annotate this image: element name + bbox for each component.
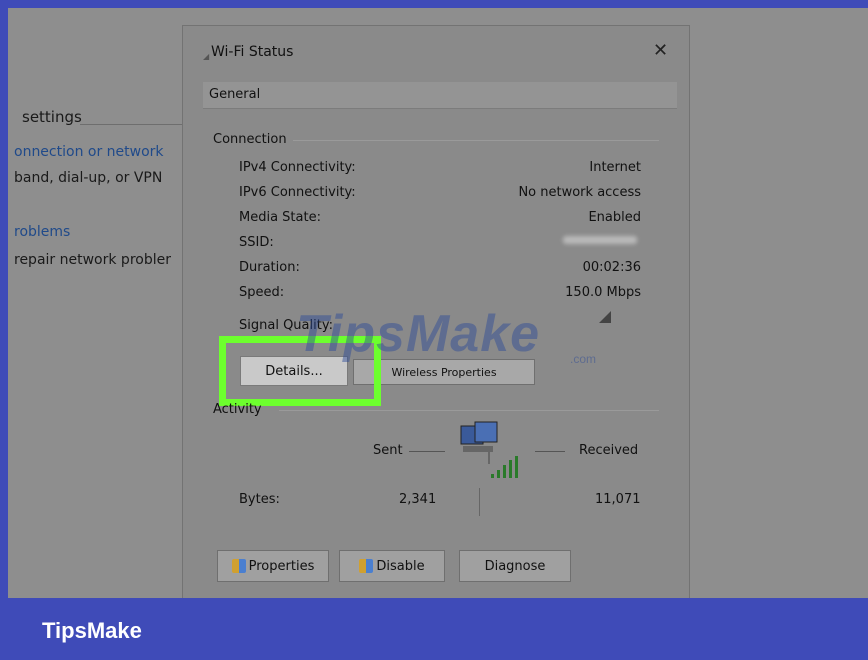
ssid-label: SSID: <box>239 235 274 250</box>
connection-group-rule <box>293 140 659 141</box>
top-frame <box>0 0 868 8</box>
sent-dash <box>409 451 445 452</box>
dialog-title: Wi-Fi Status <box>211 44 294 60</box>
repair-text: repair network probler <box>14 252 171 268</box>
duration-value: 00:02:36 <box>582 260 641 275</box>
activity-separator <box>479 488 480 516</box>
settings-heading: settings <box>22 108 82 126</box>
disable-button[interactable]: Disable <box>339 550 445 582</box>
properties-button[interactable]: Properties <box>217 550 329 582</box>
tab-bar <box>203 82 677 109</box>
tab-general[interactable]: General <box>209 87 260 102</box>
activity-group-label: Activity <box>213 402 262 417</box>
shield-icon <box>359 559 374 573</box>
diagnose-button[interactable]: Diagnose <box>459 550 571 582</box>
signal-strength-icon <box>599 311 611 323</box>
activity-group-rule <box>279 410 659 411</box>
received-bytes-value: 11,071 <box>595 492 641 507</box>
sent-label: Sent <box>373 443 403 458</box>
speed-label: Speed: <box>239 285 285 300</box>
change-connection-link[interactable]: onnection or network <box>14 144 164 160</box>
properties-label: Properties <box>248 558 315 574</box>
disable-label: Disable <box>376 558 425 574</box>
received-label: Received <box>579 443 639 458</box>
wifi-icon: ◢ <box>203 52 210 61</box>
screen: settings onnection or network band, dial… <box>8 8 868 598</box>
troubleshoot-link[interactable]: roblems <box>14 224 70 240</box>
close-icon[interactable]: ✕ <box>653 40 668 61</box>
received-dash <box>535 451 565 452</box>
broadband-text: band, dial-up, or VPN <box>14 170 163 186</box>
ipv6-value: No network access <box>518 185 641 200</box>
speed-value: 150.0 Mbps <box>565 285 641 300</box>
shield-icon <box>231 559 246 573</box>
activity-signal-icon <box>491 456 518 478</box>
ipv6-label: IPv6 Connectivity: <box>239 185 356 200</box>
sent-bytes-value: 2,341 <box>399 492 437 507</box>
duration-label: Duration: <box>239 260 300 275</box>
ipv4-value: Internet <box>589 160 641 175</box>
ipv4-label: IPv4 Connectivity: <box>239 160 356 175</box>
ssid-value-redacted <box>563 236 637 244</box>
heading-divider <box>80 124 185 125</box>
watermark-logo: TipsMake <box>296 305 541 363</box>
brand-logo: TipsMake <box>42 618 142 643</box>
media-state-value: Enabled <box>588 210 641 225</box>
bytes-label: Bytes: <box>239 492 280 507</box>
watermark-suffix: .com <box>570 352 597 366</box>
connection-group-label: Connection <box>213 132 287 147</box>
media-state-label: Media State: <box>239 210 321 225</box>
